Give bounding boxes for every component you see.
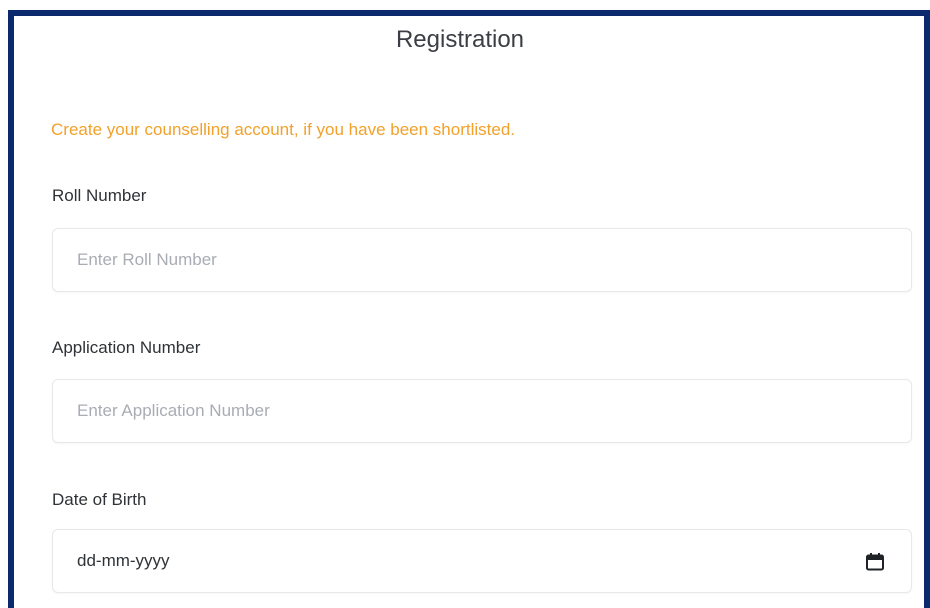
frame-right-border	[924, 10, 930, 608]
frame-top-edge	[0, 0, 930, 16]
frame-left-border	[8, 10, 14, 608]
roll-number-field[interactable]	[52, 228, 912, 292]
shortlist-notice: Create your counselling account, if you …	[51, 120, 515, 139]
application-number-input[interactable]	[53, 380, 837, 442]
roll-number-input[interactable]	[53, 229, 837, 291]
application-number-field[interactable]	[52, 379, 912, 443]
roll-number-label: Roll Number	[52, 186, 147, 205]
calendar-icon[interactable]	[865, 552, 885, 572]
date-of-birth-value[interactable]: dd-mm-yyyy	[77, 551, 170, 571]
date-of-birth-field[interactable]: dd-mm-yyyy	[52, 529, 912, 593]
registration-frame: Registration Create your counselling acc…	[0, 0, 930, 608]
date-of-birth-label: Date of Birth	[52, 490, 147, 509]
application-number-label: Application Number	[52, 338, 201, 357]
frame-top-border	[8, 10, 930, 16]
form-title: Registration	[395, 26, 525, 53]
